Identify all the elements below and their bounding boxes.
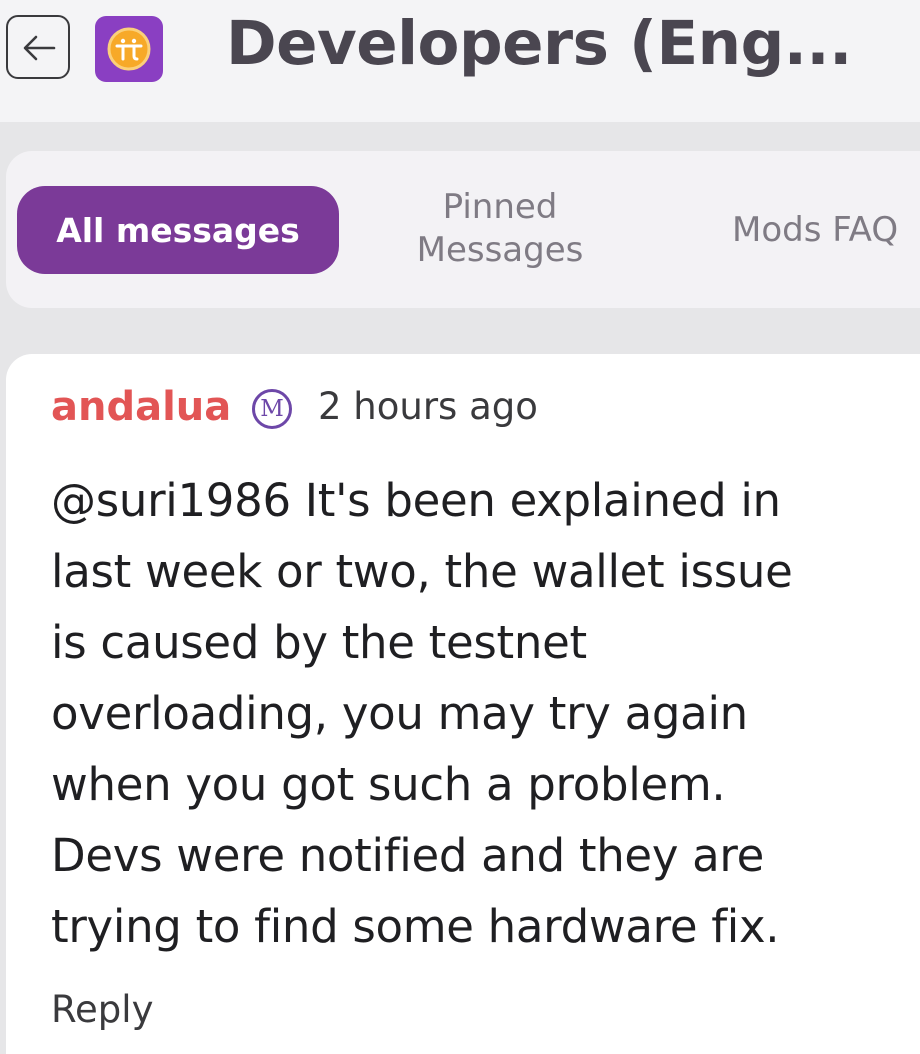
message-body: @suri1986 It's been explained in last we… xyxy=(51,465,911,962)
moderator-badge-icon: M xyxy=(252,389,292,429)
tab-pinned-messages[interactable]: Pinned Messages xyxy=(405,186,595,272)
message-line: @suri1986 It's been explained in xyxy=(51,474,781,527)
tab-all-messages[interactable]: All messages xyxy=(17,186,339,274)
message-line: overloading, you may try again xyxy=(51,687,748,740)
message-line: trying to find some hardware fix. xyxy=(51,900,780,953)
tab-pinned-label-line2: Messages xyxy=(416,230,584,270)
back-button[interactable] xyxy=(6,15,70,79)
pi-network-logo xyxy=(95,16,163,82)
tab-mods-faq[interactable]: Mods FAQ xyxy=(732,209,898,252)
tab-pinned-label-line1: Pinned xyxy=(442,187,558,227)
message-author[interactable]: andalua xyxy=(51,384,231,430)
pi-coin-icon xyxy=(107,27,151,71)
message-line: last week or two, the wallet issue xyxy=(51,545,793,598)
message-line: Devs were notified and they are xyxy=(51,829,765,882)
arrow-left-icon xyxy=(23,35,56,61)
message-line: when you got such a problem. xyxy=(51,758,726,811)
message-line: is caused by the testnet xyxy=(51,616,587,669)
message-timestamp: 2 hours ago xyxy=(318,385,538,428)
page-title: Developers (Eng... xyxy=(226,8,852,79)
reply-button[interactable]: Reply xyxy=(51,988,153,1031)
